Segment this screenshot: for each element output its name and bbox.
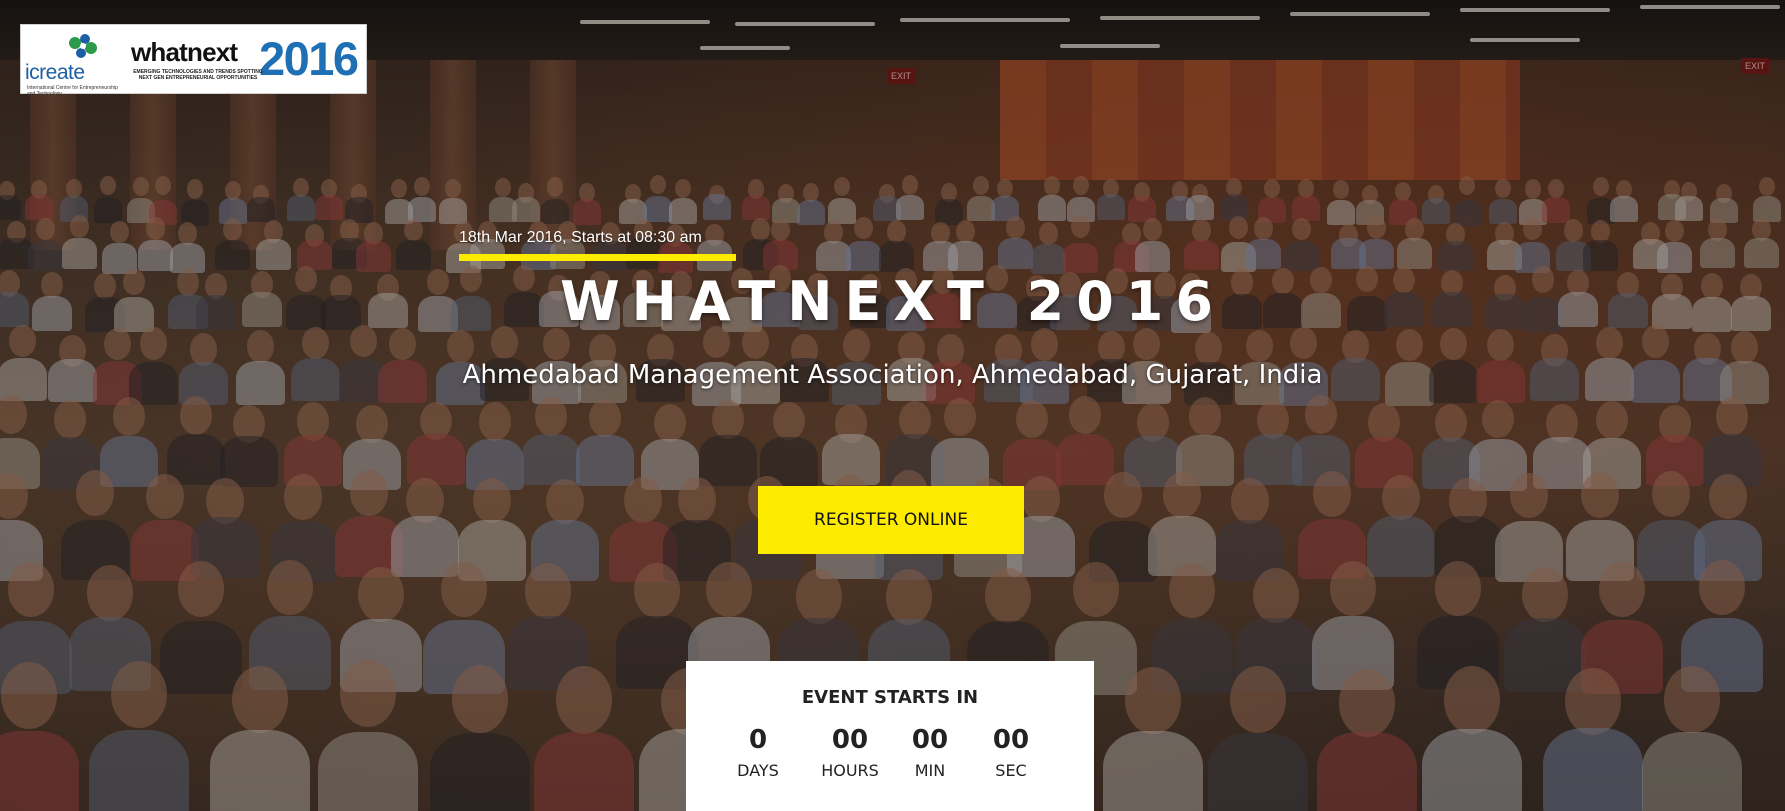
icreate-logo: icreate International Centre for Entrepr…	[23, 33, 123, 97]
whatnext-logo: whatnext 2016 EMERGING TECHNOLOGIES AND …	[131, 32, 361, 87]
countdown-label: MIN	[914, 761, 946, 780]
countdown-value: 0	[748, 725, 768, 755]
countdown-min: 00 MIN	[890, 725, 970, 780]
countdown-days: 0 DAYS	[718, 725, 798, 780]
whatnext-tagline: EMERGING TECHNOLOGIES AND TRENDS SPOTTIN…	[133, 69, 263, 81]
countdown-title: EVENT STARTS IN	[801, 687, 979, 708]
icreate-tagline: International Centre for Entrepreneurshi…	[27, 85, 118, 97]
countdown-sec: 00 SEC	[971, 725, 1051, 780]
event-title: WHATNEXT 2016	[560, 270, 1225, 333]
countdown-label: SEC	[995, 761, 1027, 780]
countdown-label: HOURS	[821, 761, 879, 780]
icreate-flower-icon	[69, 34, 97, 58]
whatnext-year: 2016	[259, 32, 359, 85]
countdown-value: 00	[911, 725, 949, 755]
countdown-value: 00	[831, 725, 869, 755]
date-underline	[459, 254, 736, 261]
event-venue: Ahmedabad Management Association, Ahmeda…	[462, 360, 1323, 390]
countdown-panel: EVENT STARTS IN 0 DAYS 00 HOURS 00 MIN 0…	[686, 661, 1094, 811]
site-logo[interactable]: icreate International Centre for Entrepr…	[20, 24, 367, 97]
icreate-wordmark: icreate	[25, 61, 85, 84]
whatnext-wordmark: whatnext	[131, 37, 238, 67]
countdown-label: DAYS	[737, 761, 779, 780]
register-online-button[interactable]: REGISTER ONLINE	[758, 486, 1024, 554]
event-date: 18th Mar 2016, Starts at 08:30 am	[459, 229, 702, 246]
countdown-hours: 00 HOURS	[810, 725, 890, 780]
countdown-value: 00	[992, 725, 1030, 755]
